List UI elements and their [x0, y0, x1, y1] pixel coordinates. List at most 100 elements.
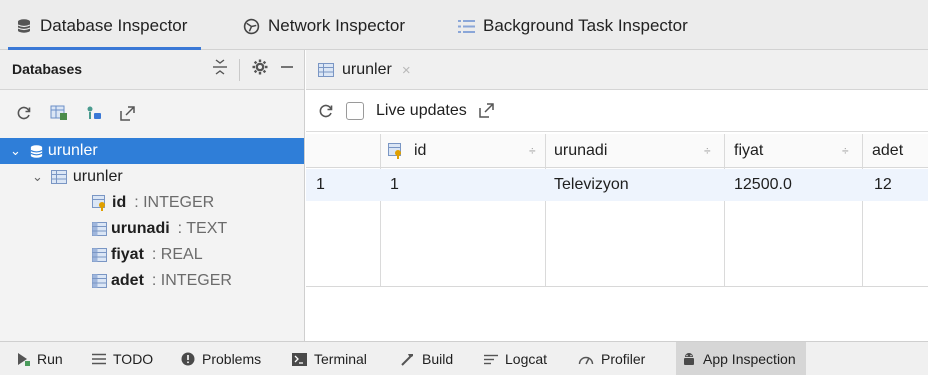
header-label: id	[414, 142, 427, 159]
divider	[239, 58, 240, 81]
column-type: : TEXT	[177, 220, 228, 237]
column-header-adet[interactable]: adet	[872, 134, 903, 168]
cell-id[interactable]: 1	[390, 169, 399, 201]
export-icon[interactable]	[120, 105, 135, 126]
bottom-tab-terminal[interactable]: Terminal	[292, 342, 367, 375]
collapse-all-icon[interactable]	[213, 58, 227, 81]
tab-label: Background Task Inspector	[483, 16, 688, 35]
column-name: fiyat	[111, 246, 144, 263]
column-divider	[724, 134, 725, 286]
tab-label: urunler	[342, 61, 392, 78]
network-icon	[243, 18, 260, 35]
tool-window-bar: Run TODO Problems Terminal Build Logcat	[0, 341, 928, 375]
tab-label: Network Inspector	[268, 16, 405, 35]
table-icon	[50, 170, 67, 184]
database-name: urunler	[47, 142, 98, 159]
panel-title: Databases	[12, 61, 83, 77]
tree-item-column[interactable]: id : INTEGER	[0, 190, 304, 216]
cell-urunadi[interactable]: Televizyon	[554, 169, 629, 201]
bottom-tab-app-inspection[interactable]: App Inspection	[676, 342, 806, 375]
profiler-icon	[578, 353, 594, 365]
tree-item-column[interactable]: adet : INTEGER	[0, 268, 304, 294]
column-divider	[380, 134, 381, 286]
terminal-icon	[292, 352, 307, 366]
bottom-tab-label: TODO	[113, 351, 154, 367]
bottom-tab-logcat[interactable]: Logcat	[484, 342, 547, 375]
column-divider	[862, 134, 863, 286]
database-icon	[29, 144, 44, 159]
row-number: 1	[316, 176, 325, 193]
bottom-tab-label: Profiler	[601, 351, 646, 367]
column-name: urunadi	[111, 220, 170, 237]
table-name: urunler	[72, 168, 123, 185]
column-header-urunadi[interactable]: urunadi	[554, 134, 607, 168]
bottom-tab-label: Logcat	[505, 351, 548, 367]
table-view-panel: urunler × Live updates id ÷ urunadi ÷ fi…	[306, 50, 928, 341]
grid-bottom-border	[306, 286, 928, 287]
sort-icon[interactable]: ÷	[529, 144, 536, 158]
tab-urunler[interactable]: urunler ×	[318, 50, 411, 90]
tab-background-task-inspector[interactable]: Background Task Inspector	[458, 12, 688, 40]
minimize-icon[interactable]	[280, 60, 294, 79]
live-updates-checkbox[interactable]	[346, 101, 364, 120]
bottom-tab-label: App Inspection	[703, 351, 796, 367]
keep-connection-icon[interactable]	[86, 105, 102, 126]
bottom-tab-build[interactable]: Build	[400, 342, 453, 375]
column-header-fiyat[interactable]: fiyat	[734, 134, 763, 168]
problems-icon	[181, 352, 195, 366]
list-icon	[458, 19, 475, 34]
sort-icon[interactable]: ÷	[704, 144, 711, 158]
logcat-icon	[484, 354, 498, 365]
bottom-tab-problems[interactable]: Problems	[181, 342, 261, 375]
cell-adet[interactable]: 12	[874, 169, 892, 201]
sort-icon[interactable]: ÷	[842, 144, 849, 158]
table-row[interactable]: 1 1 Televizyon 12500.0 12	[306, 169, 928, 201]
tab-network-inspector[interactable]: Network Inspector	[243, 12, 405, 40]
bottom-tab-run[interactable]: Run	[16, 342, 63, 375]
bottom-tab-profiler[interactable]: Profiler	[578, 342, 645, 375]
chevron-down-icon[interactable]: ⌄	[10, 143, 21, 159]
cell-fiyat[interactable]: 12500.0	[734, 169, 792, 201]
todo-icon	[92, 353, 106, 365]
close-icon[interactable]: ×	[402, 62, 411, 79]
tree-item-table[interactable]: ⌄ urunler	[0, 164, 304, 190]
tree-item-column[interactable]: urunadi : TEXT	[0, 216, 304, 242]
bottom-tab-todo[interactable]: TODO	[92, 342, 153, 375]
header-label: fiyat	[734, 142, 764, 159]
databases-panel-header: Databases	[0, 50, 304, 90]
app-inspection-icon	[682, 352, 696, 367]
column-icon	[92, 222, 107, 236]
column-icon	[92, 248, 107, 262]
refresh-icon[interactable]	[16, 105, 32, 126]
bottom-tab-label: Build	[422, 351, 454, 367]
build-icon	[400, 352, 415, 367]
column-icon	[92, 274, 107, 288]
databases-toolbar	[16, 105, 135, 126]
table-toolbar: Live updates	[306, 90, 928, 132]
header-label: urunadi	[554, 142, 608, 159]
column-type: : REAL	[151, 246, 203, 263]
inspector-tab-bar: Database Inspector Network Inspector Bac…	[0, 0, 928, 51]
column-divider	[545, 134, 546, 286]
gear-icon[interactable]	[252, 59, 268, 80]
primary-key-icon	[92, 195, 108, 211]
column-type: : INTEGER	[134, 194, 215, 211]
chevron-down-icon[interactable]: ⌄	[32, 169, 43, 185]
tab-database-inspector[interactable]: Database Inspector	[7, 12, 202, 51]
bottom-tab-label: Terminal	[314, 351, 367, 367]
new-query-icon[interactable]	[50, 105, 68, 126]
bottom-tab-label: Run	[37, 351, 63, 367]
tree-item-database[interactable]: ⌄ urunler	[0, 138, 304, 164]
header-label: adet	[872, 142, 904, 159]
primary-key-icon	[388, 143, 404, 159]
export-icon[interactable]	[478, 103, 494, 118]
column-type: : INTEGER	[151, 272, 232, 289]
column-header-id[interactable]: id	[388, 134, 426, 168]
tree-item-column[interactable]: fiyat : REAL	[0, 242, 304, 268]
refresh-icon[interactable]	[318, 103, 334, 119]
databases-panel: Databases ⌄ urunler ⌄ urunler id: INTEG…	[0, 50, 305, 341]
table-icon	[318, 63, 334, 77]
live-updates-label: Live updates	[376, 101, 467, 119]
database-icon	[16, 18, 32, 34]
column-name: adet	[111, 272, 144, 289]
